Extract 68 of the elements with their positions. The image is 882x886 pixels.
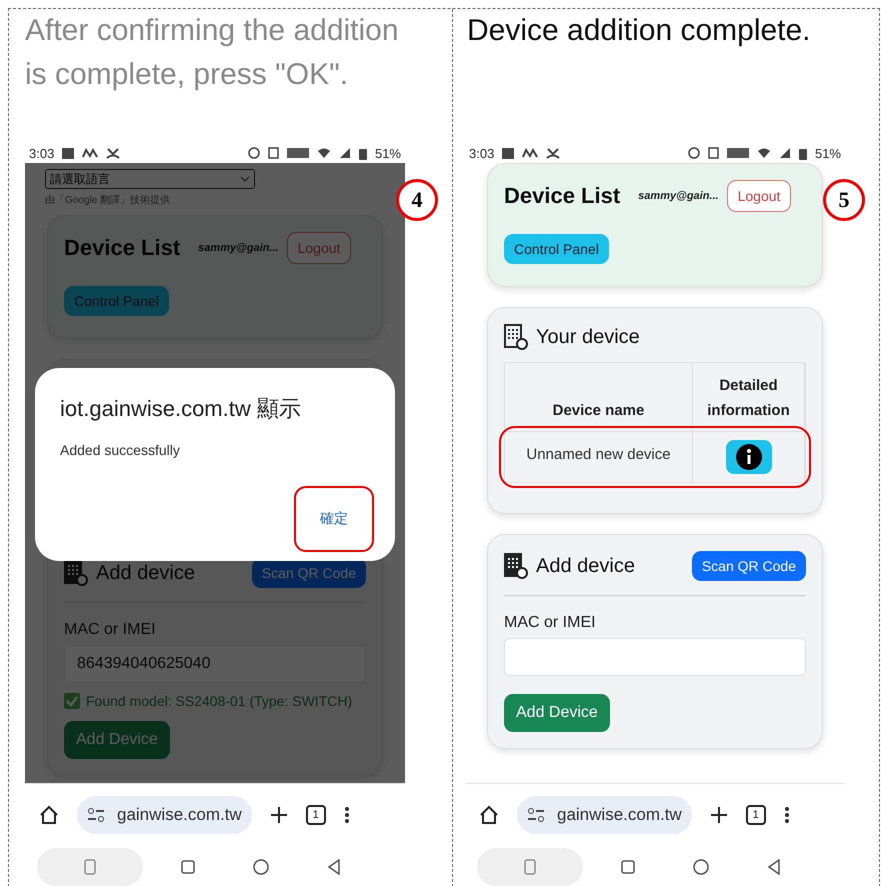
device-name: Unnamed new device — [505, 432, 693, 482]
info-button[interactable] — [726, 440, 772, 474]
section-title: Add device — [536, 554, 635, 578]
status-time: 3:03 — [469, 146, 494, 160]
missed-call-icon — [106, 147, 120, 159]
back-icon[interactable] — [327, 858, 341, 874]
step-caption: After confirming the addition is complete, press "OK". — [25, 13, 400, 93]
address-bar[interactable]: gainwise.com.tw — [517, 796, 692, 834]
home-circle-icon[interactable] — [693, 858, 709, 874]
home-circle-icon[interactable] — [253, 858, 269, 874]
wifi-icon — [756, 147, 771, 159]
battery-percent: 51% — [374, 146, 401, 160]
wave-icon — [522, 148, 538, 158]
section-title: Add device — [96, 562, 195, 584]
translate-credit: 由「Google 翻譯」技術提供 — [45, 194, 172, 207]
user-email: sammy@gain... — [198, 242, 279, 254]
building-plus-icon — [504, 553, 528, 579]
found-model-text: Found model: SS2408-01 (Type: SWITCH) — [86, 693, 352, 709]
step-caption: Device addition complete. — [467, 13, 812, 49]
dialog-message: Added successfully — [60, 442, 181, 458]
page-title: Device List — [64, 235, 180, 261]
menu-icon[interactable] — [784, 806, 790, 824]
device-row[interactable]: Unnamed new device — [505, 432, 805, 482]
add-tab-icon[interactable] — [270, 806, 288, 824]
signal-icon — [338, 147, 351, 159]
home-icon[interactable] — [479, 805, 499, 825]
battery-percent: 51% — [814, 146, 841, 160]
column-header: Device name — [505, 363, 693, 432]
phone-icon — [84, 858, 96, 874]
phone-icon — [524, 858, 536, 874]
control-panel-button[interactable]: Control Panel — [504, 234, 609, 264]
dialog-title: iot.gainwise.com.tw 顯示 — [60, 395, 302, 423]
recents-icon[interactable] — [181, 860, 195, 874]
section-title: Your device — [536, 326, 640, 348]
building-gear-icon — [504, 324, 528, 350]
language-select[interactable]: 請選取語言 — [45, 169, 255, 189]
user-email: sammy@gain... — [638, 190, 719, 202]
add-tab-icon[interactable] — [710, 806, 728, 824]
signal-icon — [778, 147, 791, 159]
image-icon — [502, 148, 514, 158]
battery-icon — [358, 146, 367, 160]
back-icon[interactable] — [767, 858, 781, 874]
check-icon — [64, 693, 80, 709]
image-icon — [62, 148, 74, 158]
column-header: Detailed information — [693, 363, 805, 432]
menu-icon[interactable] — [344, 806, 350, 824]
home-icon[interactable] — [39, 805, 59, 825]
tab-count[interactable]: 1 — [306, 805, 326, 825]
wifi-icon — [316, 147, 331, 159]
ok-button[interactable]: 確定 — [294, 486, 374, 552]
page-title: Device List — [504, 183, 620, 209]
missed-call-icon — [546, 147, 560, 159]
scan-qr-button[interactable]: Scan QR Code — [692, 551, 806, 581]
caret-icon — [240, 176, 250, 182]
wave-icon — [82, 148, 98, 158]
mac-input[interactable]: 864394040625040 — [64, 645, 366, 683]
step-number: 4 — [396, 179, 438, 221]
recents-icon[interactable] — [621, 860, 635, 874]
field-label: MAC or IMEI — [64, 621, 157, 639]
mac-input[interactable] — [504, 638, 806, 676]
logout-button[interactable]: Logout — [726, 180, 792, 212]
tab-count[interactable]: 1 — [746, 805, 766, 825]
address-bar[interactable]: gainwise.com.tw — [77, 796, 252, 834]
field-label: MAC or IMEI — [504, 614, 597, 632]
add-device-button[interactable]: Add Device — [504, 694, 610, 732]
status-time: 3:03 — [29, 146, 54, 160]
step-number: 5 — [823, 179, 865, 221]
battery-icon — [798, 146, 807, 160]
